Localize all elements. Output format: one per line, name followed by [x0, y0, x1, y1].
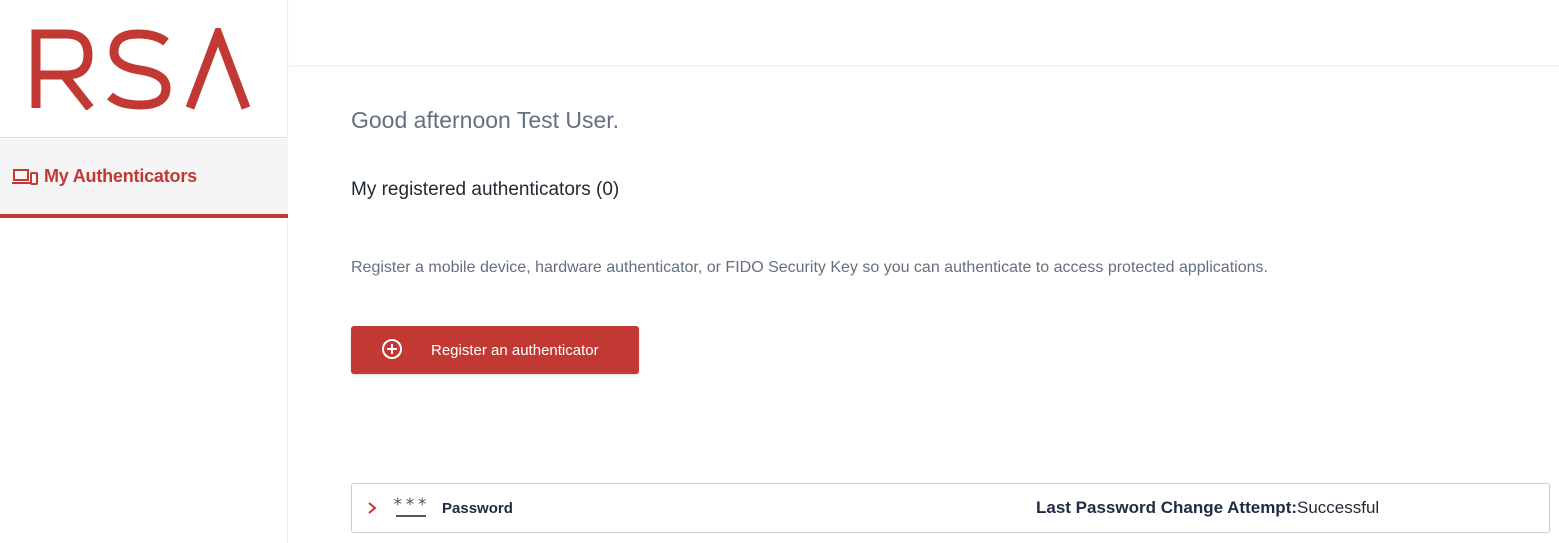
last-password-change-label: Last Password Change Attempt:	[1036, 498, 1298, 517]
password-icon-stars: ***	[392, 495, 430, 515]
register-description: Register a mobile device, hardware authe…	[351, 259, 1268, 276]
devices-icon	[12, 167, 38, 187]
sidebar-item-my-authenticators[interactable]: My Authenticators	[0, 139, 288, 218]
password-card: *** Password Last Password Change Attemp…	[351, 483, 1550, 533]
password-icon: ***	[392, 495, 430, 521]
top-bar	[289, 0, 1559, 66]
rsa-logo	[31, 28, 251, 110]
logo-area	[0, 0, 287, 138]
registered-authenticators-title: My registered authenticators (0)	[351, 179, 620, 200]
sidebar: My Authenticators	[0, 0, 288, 543]
password-icon-underline	[396, 515, 426, 517]
chevron-right-icon[interactable]	[366, 501, 380, 515]
greeting: Good afternoon Test User.	[351, 107, 620, 133]
last-password-change-value: Successful	[1297, 498, 1380, 517]
register-authenticator-button[interactable]: Register an authenticator	[351, 326, 639, 374]
plus-circle-icon	[381, 338, 405, 362]
register-button-label: Register an authenticator	[431, 341, 599, 359]
password-label: Password	[442, 499, 513, 517]
sidebar-item-label: My Authenticators	[44, 166, 197, 186]
